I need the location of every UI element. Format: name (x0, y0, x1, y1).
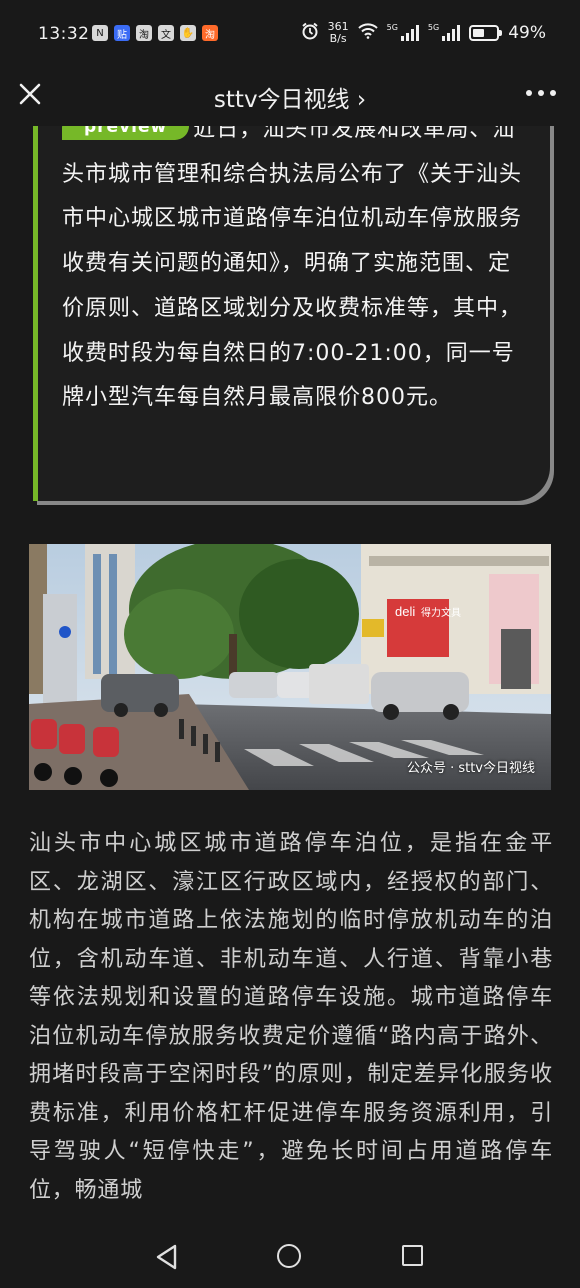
back-button[interactable] (155, 1244, 179, 1274)
article-content[interactable]: preview 近日，汕头市发展和改革局、汕头市城市管理和综合执法局公布了《关于汕… (0, 126, 580, 1216)
summary-text: 近日，汕头市发展和改革局、汕头市城市管理和综合执法局公布了《关于汕头市中心城区城… (62, 126, 523, 411)
store-sign-deli: deli (395, 604, 415, 619)
status-indicators: 361 B/s 5G 5G 49% (301, 21, 546, 45)
summary-card: preview 近日，汕头市发展和改革局、汕头市城市管理和综合执法局公布了《关于汕… (33, 126, 550, 501)
taobao-icon: 淘 (136, 25, 152, 41)
text-app-icon: 文 (158, 25, 174, 41)
top-nav-bar: sttv今日视线 › (0, 68, 580, 126)
battery-icon (469, 25, 503, 41)
more-dot-icon (538, 90, 544, 96)
hand-icon: ✋ (180, 25, 196, 41)
battery-percent: 49% (508, 23, 546, 43)
signal-icon (400, 25, 419, 41)
no-parking-sign-icon (59, 626, 71, 638)
store-sign-name: 得力文具 (421, 606, 461, 619)
more-dot-icon (550, 90, 556, 96)
alarm-icon (301, 22, 319, 44)
home-button[interactable] (277, 1244, 301, 1268)
status-bar: 13:32 N 贴 淘 文 ✋ 淘 361 B/s 5G 5G 49% (0, 0, 580, 68)
status-time: 13:32 (38, 24, 90, 44)
system-nav-bar (0, 1216, 580, 1288)
network-type: 5G (386, 22, 398, 32)
article-photo[interactable]: deli 得力文具 公众号 · sttv今日视线 (29, 544, 551, 790)
recent-apps-button[interactable] (402, 1245, 423, 1266)
shopping-app-icon: 淘 (202, 25, 218, 41)
wifi-icon (357, 23, 378, 43)
article-paragraph: 汕头市中心城区城市道路停车泊位，是指在金平区、龙湖区、濠江区行政区域内，经授权的… (29, 831, 553, 1203)
summary-text-block: preview 近日，汕头市发展和改革局、汕头市城市管理和综合执法局公布了《关于汕… (62, 126, 532, 421)
account-title-link[interactable]: sttv今日视线 › (0, 80, 580, 114)
network-type-2: 5G (427, 22, 440, 32)
signal-icon-2 (442, 25, 461, 41)
network-speed: 361 B/s (327, 20, 349, 45)
photo-watermark: 公众号 · sttv今日视线 (406, 761, 535, 776)
more-dot-icon (526, 90, 532, 96)
notification-icons: N 贴 淘 文 ✋ 淘 (92, 25, 218, 41)
more-options-button[interactable] (526, 90, 556, 100)
nfc-icon: N (92, 25, 108, 41)
preview-badge: preview (62, 126, 190, 140)
back-triangle-icon (156, 1244, 177, 1270)
street-photo: deli 得力文具 (29, 544, 551, 790)
app-notification-icon: 贴 (114, 25, 130, 41)
